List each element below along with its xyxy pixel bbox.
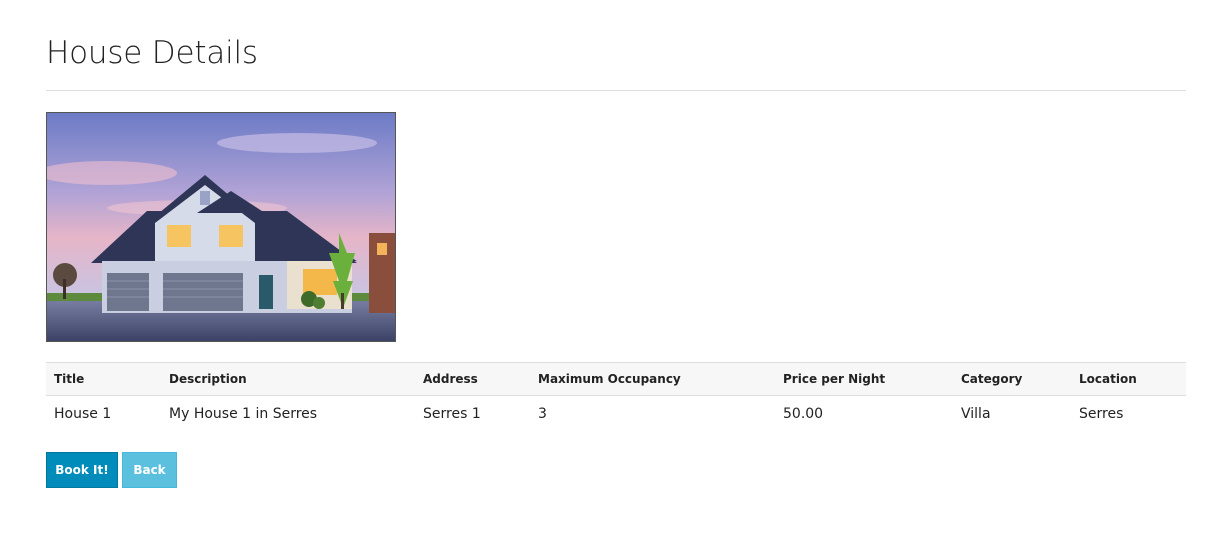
- cell-title: House 1: [54, 405, 112, 422]
- cell-address: Serres 1: [423, 405, 481, 422]
- page-title: House Details: [46, 35, 258, 71]
- column-header-location: Location: [1079, 372, 1137, 386]
- title-divider: [46, 90, 1186, 91]
- cell-price-per-night: 50.00: [783, 405, 824, 422]
- column-header-title: Title: [54, 372, 85, 386]
- column-header-address: Address: [423, 372, 478, 386]
- cell-location: Serres: [1079, 405, 1124, 422]
- house-details-table: Title Description Address Maximum Occupa…: [46, 362, 1186, 432]
- column-header-maximum-occupancy: Maximum Occupancy: [538, 372, 681, 386]
- column-header-description: Description: [169, 372, 247, 386]
- back-button[interactable]: Back: [122, 452, 177, 488]
- column-header-price-per-night: Price per Night: [783, 372, 886, 386]
- book-it-button[interactable]: Book It!: [46, 452, 118, 488]
- house-photo: [46, 112, 396, 342]
- cell-category: Villa: [961, 405, 991, 422]
- column-header-category: Category: [961, 372, 1023, 386]
- table-header-row: Title Description Address Maximum Occupa…: [46, 362, 1186, 396]
- table-row: House 1 My House 1 in Serres Serres 1 3 …: [46, 396, 1186, 432]
- cell-description: My House 1 in Serres: [169, 405, 318, 422]
- cell-maximum-occupancy: 3: [538, 405, 547, 422]
